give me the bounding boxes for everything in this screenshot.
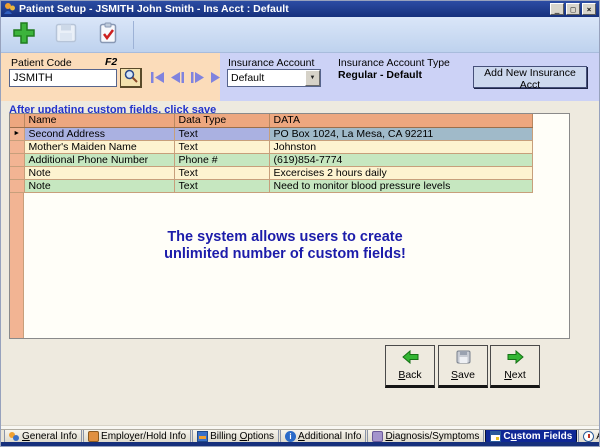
row-selector-cell[interactable] [10,153,24,166]
titlebar: Patient Setup - JSMITH John Smith - Ins … [1,1,599,17]
cell-data[interactable]: (619)854-7774 [269,153,532,166]
next-record-button[interactable] [190,71,205,83]
column-header-name[interactable]: Name [24,114,174,127]
insurance-account-dropdown[interactable]: Default ▼ [227,69,321,87]
arrow-left-icon [402,350,419,367]
info-icon [285,431,296,442]
employer-icon [88,431,99,442]
grid-row[interactable]: NoteTextNeed to monitor blood pressure l… [10,179,532,192]
row-selector-cell[interactable] [10,179,24,192]
hotkey-label: F2 [105,56,117,68]
cell-data[interactable]: Need to monitor blood pressure levels [269,179,532,192]
tab-label: Appointments [596,431,600,442]
cell-name[interactable]: Note [24,179,174,192]
next-button-label: Next [504,369,526,381]
tab-label: General Info [22,431,77,442]
cell-data[interactable]: Excercises 2 hours daily [269,166,532,179]
toolbar-separator [133,21,134,49]
first-record-button[interactable] [150,71,165,83]
cell-name[interactable]: Second Address [24,127,174,140]
insurance-type-value: Regular - Default [338,69,422,81]
close-button[interactable]: × [582,3,596,15]
save-toolbar-button[interactable] [49,20,83,50]
row-selector-strip [10,193,24,339]
record-navigation [150,71,225,83]
previous-record-button[interactable] [170,71,185,83]
diagnosis-icon [372,431,383,442]
cell-name[interactable]: Note [24,166,174,179]
grid-header-row: Name Data Type DATA [10,114,532,127]
tab-label: Billing Options [210,431,274,442]
cell-data[interactable]: Johnston [269,140,532,153]
add-patient-button[interactable] [7,20,41,50]
plus-icon [13,22,35,47]
cell-name[interactable]: Mother's Maiden Name [24,140,174,153]
grid-row[interactable]: Additional Phone NumberPhone #(619)854-7… [10,153,532,166]
window-title: Patient Setup - JSMITH John Smith - Ins … [19,3,289,15]
floppy-icon [456,350,471,367]
tab-label: Diagnosis/Symptoms [385,431,479,442]
grid-row[interactable]: NoteTextExcercises 2 hours daily [10,166,532,179]
clipboard-check-icon [98,22,118,47]
info-message-line2: unlimited number of custom fields! [1,246,569,263]
cell-datatype[interactable]: Text [174,140,269,153]
app-icon [4,2,16,17]
tab-label: Additional Info [298,431,361,442]
row-selector-cell[interactable] [10,140,24,153]
next-button[interactable]: Next [490,345,540,388]
patient-search-button[interactable] [120,68,142,88]
cell-data[interactable]: PO Box 1024, La Mesa, CA 92211 [269,127,532,140]
row-selector-header [10,114,24,127]
minimize-button[interactable]: _ [550,3,564,15]
arrow-right-icon [507,350,524,367]
insurance-type-label: Insurance Account Type [338,57,450,69]
save-button[interactable]: Save [438,345,488,388]
window-controls: _ □ × [550,3,596,15]
cell-name[interactable]: Additional Phone Number [24,153,174,166]
row-selector-cell[interactable] [10,166,24,179]
row-selector-cell[interactable]: ► [10,127,24,140]
verify-button[interactable] [91,20,125,50]
tab-label: Custom Fields [503,431,572,442]
cell-datatype[interactable]: Text [174,166,269,179]
general-icon [9,431,20,442]
add-new-insurance-acct-button[interactable]: Add New Insurance Acct [473,66,587,88]
billing-icon [197,431,208,442]
column-header-datatype[interactable]: Data Type [174,114,269,127]
custom-fields-grid: Name Data Type DATA ►Second AddressTextP… [9,113,570,339]
cell-datatype[interactable]: Text [174,127,269,140]
patient-section: Patient Code F2 [1,53,220,101]
insurance-section: Insurance Account Default ▼ Insurance Ac… [220,53,599,101]
floppy-icon [55,23,77,46]
maximize-button[interactable]: □ [566,3,580,15]
appointments-icon [583,431,594,442]
magnifier-icon [124,69,138,86]
back-button-label: Back [398,369,421,381]
info-message: The system allows users to create unlimi… [1,229,569,263]
grid-empty-area [10,193,569,339]
info-message-line1: The system allows users to create [1,229,569,246]
column-header-data[interactable]: DATA [269,114,532,127]
insurance-account-label: Insurance Account [228,57,314,69]
field-panel: Patient Code F2 [1,53,599,101]
patient-code-label: Patient Code [11,57,72,69]
cell-datatype[interactable]: Text [174,179,269,192]
cell-datatype[interactable]: Phone # [174,153,269,166]
grid-row[interactable]: Mother's Maiden NameTextJohnston [10,140,532,153]
patient-code-input[interactable] [9,69,117,87]
grid-row[interactable]: ►Second AddressTextPO Box 1024, La Mesa,… [10,127,532,140]
window-bottom-edge [1,442,599,446]
chevron-down-icon[interactable]: ▼ [305,70,320,86]
insurance-account-value: Default [228,72,305,84]
custom-icon [490,431,501,442]
toolbar [1,17,599,53]
back-button[interactable]: Back [385,345,435,388]
patient-setup-window: Patient Setup - JSMITH John Smith - Ins … [0,0,600,447]
save-button-label: Save [451,369,475,381]
tab-label: Employer/Hold Info [101,431,186,442]
